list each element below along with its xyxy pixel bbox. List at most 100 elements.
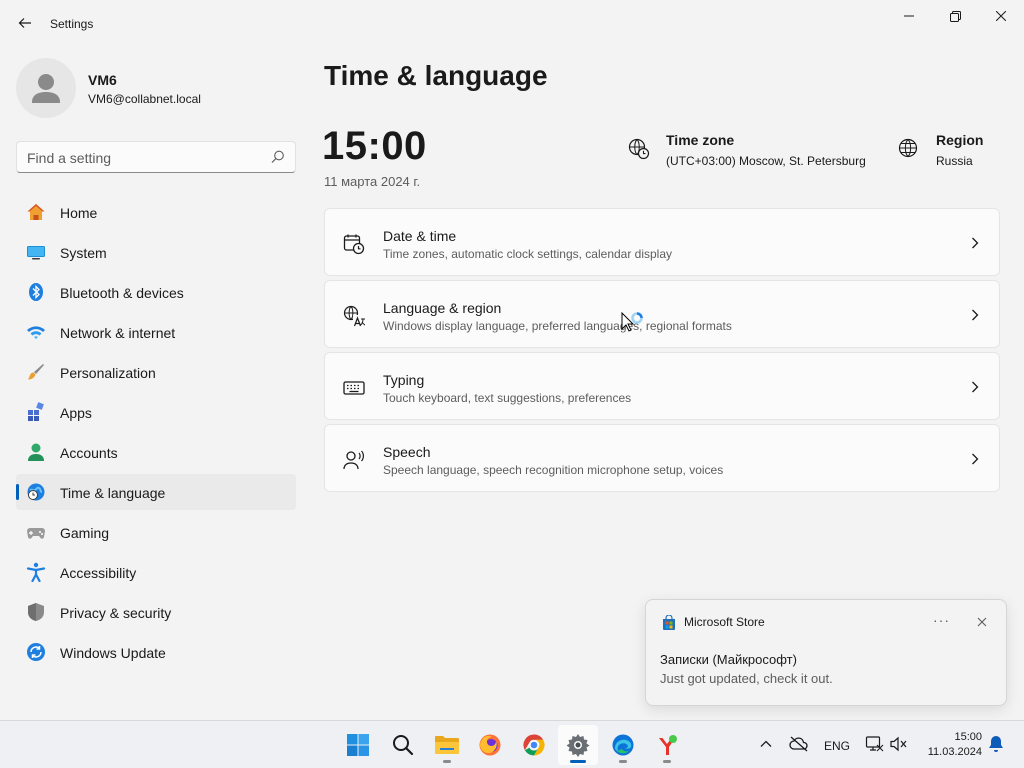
region-label: Region [936,132,984,148]
card-subtitle: Touch keyboard, text suggestions, prefer… [383,391,632,405]
file-explorer-icon [435,736,459,754]
minimize-icon [904,15,914,17]
card-subtitle: Windows display language, preferred lang… [383,319,732,333]
sidebar-item-accessibility[interactable]: Accessibility [16,554,296,590]
sidebar-nav: Home System Bluetooth & devices Network … [16,194,296,674]
volume-muted-icon [890,736,907,752]
user-avatar-icon [32,74,60,103]
sidebar-item-label: Personalization [60,365,156,381]
back-arrow-icon [18,18,31,28]
toast-more-button[interactable]: ··· [933,612,950,628]
edge-icon [612,734,634,756]
settings-icon [566,734,590,757]
card-title: Speech [383,444,431,460]
sidebar-item-gaming[interactable]: Gaming [16,514,296,550]
taskbar-yandex[interactable] [647,725,687,765]
card-subtitle: Time zones, automatic clock settings, ca… [383,247,673,261]
taskbar-file-explorer[interactable] [427,725,467,765]
card-subtitle: Speech language, speech recognition micr… [383,463,724,477]
back-button[interactable] [12,10,38,36]
show-hidden-icons-button[interactable] [759,737,773,751]
sidebar-item-windows-update[interactable]: Windows Update [16,634,296,670]
avatar [16,58,76,118]
sidebar-item-privacy[interactable]: Privacy & security [16,594,296,630]
accessibility-icon [26,562,46,582]
card-typing[interactable]: Typing Touch keyboard, text suggestions,… [324,352,1000,420]
user-profile[interactable]: VM6 VM6@collabnet.local [16,58,296,118]
region-info: Region Russia [898,132,998,172]
sidebar-item-bluetooth[interactable]: Bluetooth & devices [16,274,296,310]
minimize-button[interactable] [886,0,932,32]
time-zone-info: Time zone (UTC+03:00) Moscow, St. Peters… [628,132,878,172]
running-indicator [570,760,586,763]
sidebar-item-personalization[interactable]: Personalization [16,354,296,390]
sidebar-item-time-language[interactable]: Time & language [16,474,296,510]
chevron-right-icon [972,237,979,249]
search-icon [271,150,284,163]
taskbar-settings[interactable] [558,725,598,765]
clock-time: 15:00 [954,731,982,743]
profile-email: VM6@collabnet.local [88,92,201,106]
settings-cards: Date & time Time zones, automatic clock … [324,208,1000,496]
network-wired-icon [865,736,884,752]
restore-button[interactable] [932,0,978,32]
running-indicator [443,760,451,763]
search-box[interactable] [16,141,296,173]
start-icon [347,734,369,756]
sidebar-item-label: Accounts [60,445,118,461]
sidebar-item-accounts[interactable]: Accounts [16,434,296,470]
close-button[interactable] [978,0,1024,32]
microsoft-store-icon [663,615,675,630]
shield-icon [28,603,44,621]
sidebar-item-label: Gaming [60,525,110,541]
card-language-region[interactable]: Language & region Windows display langua… [324,280,1000,348]
search-input[interactable] [27,148,257,168]
close-icon [996,11,1006,21]
toast-app-name: Microsoft Store [684,615,765,629]
toast-title: Записки (Майкрософт) [660,652,797,667]
sidebar-item-label: Time & language [60,485,166,501]
toast-notification[interactable]: Microsoft Store ··· Записки (Майкрософт)… [645,599,1007,706]
search-icon [393,735,414,756]
sidebar-item-label: Home [60,205,98,221]
globe-icon [898,138,918,158]
sidebar-item-system[interactable]: System [16,234,296,270]
toast-close-icon[interactable] [972,612,992,632]
sidebar-item-network[interactable]: Network & internet [16,314,296,350]
time-zone-value: (UTC+03:00) Moscow, St. Petersburg [666,154,866,168]
chrome-icon [523,734,545,756]
gamepad-icon [27,528,45,539]
bluetooth-icon [29,283,43,301]
card-speech[interactable]: Speech Speech language, speech recogniti… [324,424,1000,492]
sidebar-item-apps[interactable]: Apps [16,394,296,430]
system-icon [27,246,45,260]
current-time: 15:00 [322,124,427,168]
onedrive-tray[interactable] [789,736,809,752]
input-language[interactable]: ENG [824,739,850,753]
volume-tray[interactable] [890,736,908,752]
notifications-button[interactable] [988,735,1004,753]
taskbar-firefox[interactable] [470,725,510,765]
sidebar-item-label: Windows Update [60,645,166,661]
card-date-time[interactable]: Date & time Time zones, automatic clock … [324,208,1000,276]
sidebar-item-home[interactable]: Home [16,194,296,230]
network-tray[interactable] [864,736,884,752]
card-title: Language & region [383,300,502,316]
start-button[interactable] [338,725,378,765]
taskbar-chrome[interactable] [514,725,554,765]
bell-icon [989,736,1003,752]
taskbar-edge[interactable] [603,725,643,765]
current-date: 11 марта 2024 г. [324,174,421,189]
clock-date: 11.03.2024 [927,746,982,758]
taskbar-search-button[interactable] [383,725,423,765]
sidebar-item-label: System [60,245,107,261]
mouse-cursor-busy-icon [621,312,643,332]
language-icon [343,305,365,327]
page-title: Time & language [324,60,548,91]
card-title: Date & time [383,228,457,244]
taskbar-clock[interactable]: 15:00 11.03.2024 [928,730,982,760]
chevron-up-icon [760,740,772,747]
globe-clock-icon [27,483,45,501]
accounts-icon [28,443,44,461]
chevron-right-icon [972,453,979,465]
